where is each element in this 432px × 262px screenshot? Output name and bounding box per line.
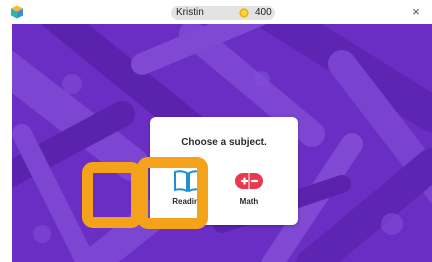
title-bar: Kristin 400 × (0, 0, 432, 24)
user-name: Kristin (176, 7, 204, 18)
subject-stage: Choose a subject. Reading Math (12, 24, 432, 262)
reading-subject-button[interactable]: Reading (166, 169, 210, 213)
user-status-pill: Kristin 400 (171, 6, 275, 20)
dialog-title: Choose a subject. (181, 137, 267, 148)
cube-icon (11, 5, 23, 19)
math-subject-button[interactable]: Math (227, 169, 271, 213)
reading-label: Reading (172, 197, 204, 206)
close-button[interactable]: × (408, 4, 424, 20)
math-label: Math (239, 197, 259, 206)
book-icon (174, 170, 202, 192)
coin-count: 400 (255, 7, 272, 18)
choose-subject-dialog: Choose a subject. Reading Math (150, 117, 298, 225)
coin-icon (239, 8, 249, 18)
app-window: Kristin 400 × Choose a subject. Reading … (0, 0, 432, 262)
plus-minus-icon (235, 173, 263, 189)
